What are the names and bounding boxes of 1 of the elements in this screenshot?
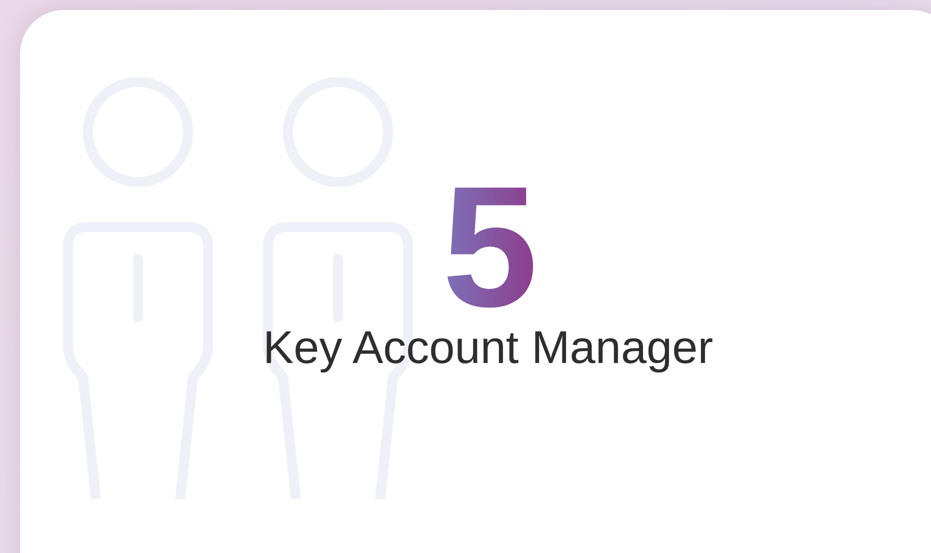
role-label: Key Account Manager xyxy=(262,320,714,374)
